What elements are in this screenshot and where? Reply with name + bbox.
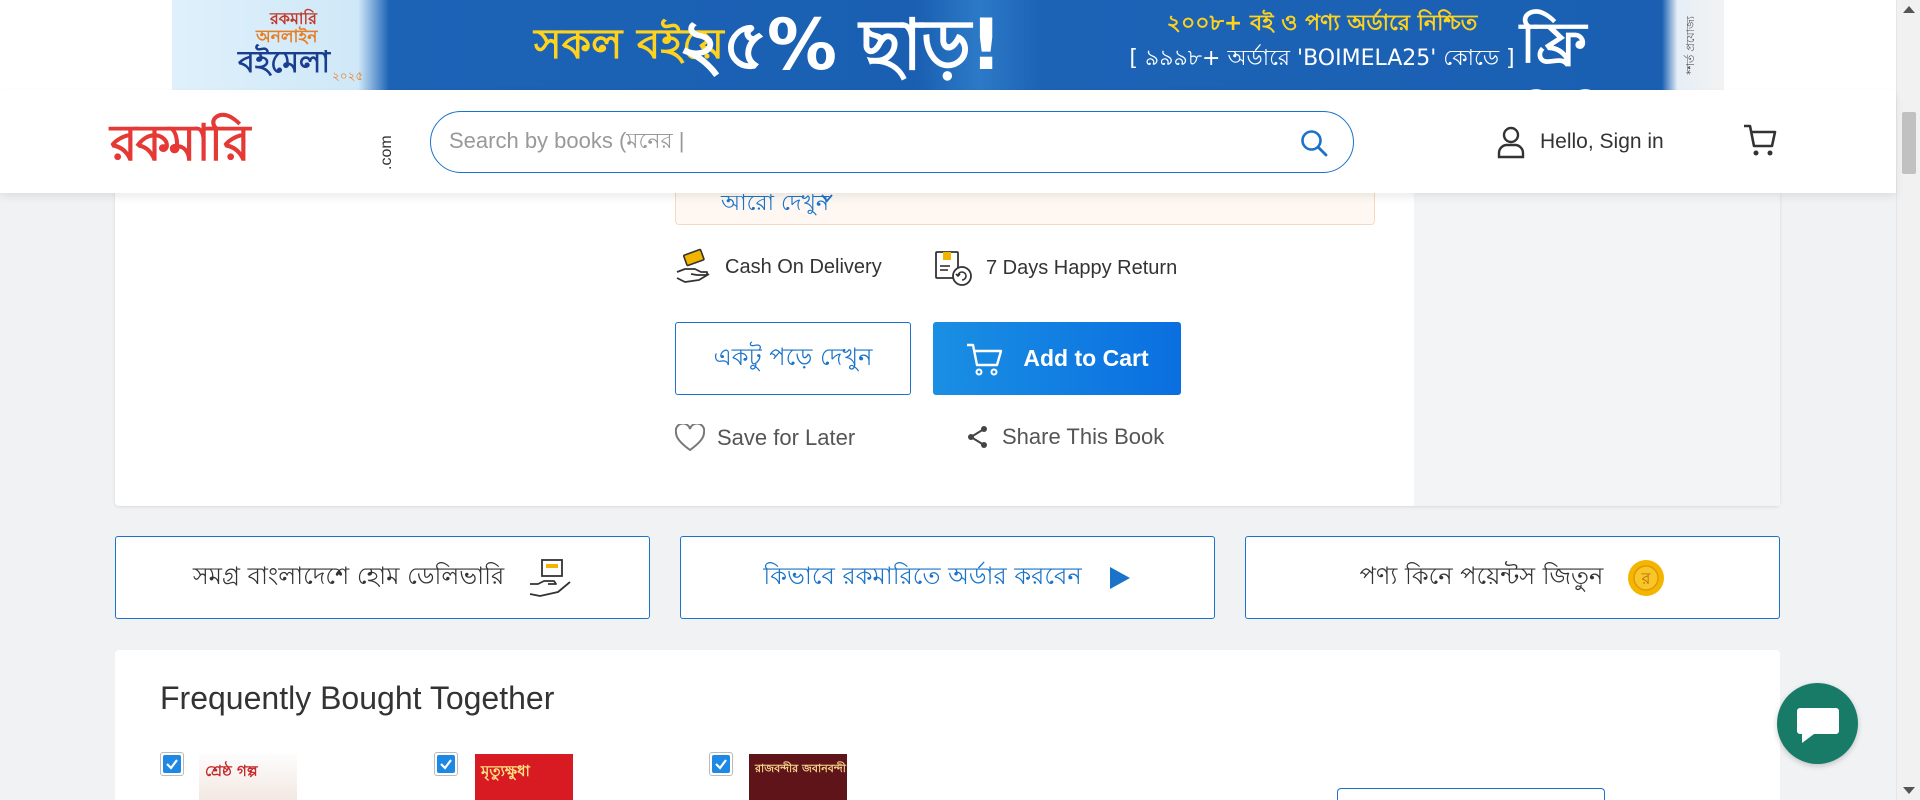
cart-icon[interactable] xyxy=(1742,122,1778,158)
search-bar xyxy=(430,111,1354,173)
cash-on-delivery-icon xyxy=(676,248,710,283)
book-cover-title: মৃত্যুক্ষুধা xyxy=(481,762,530,780)
user-icon xyxy=(1497,126,1525,159)
banner-brand-title: বইমেলা xyxy=(238,45,331,80)
logo-text: রকমারি xyxy=(110,114,251,172)
feature-label: Cash On Delivery xyxy=(725,255,882,278)
return-box-icon xyxy=(935,251,972,286)
book-checkbox[interactable] xyxy=(709,752,733,776)
logo-suffix: .com xyxy=(378,135,395,170)
info-label: পণ্য কিনে পয়েন্টস জিতুন xyxy=(1359,561,1604,590)
page-scrollbar[interactable] xyxy=(1896,0,1920,800)
add-to-cart-button[interactable]: Add to Cart xyxy=(933,322,1181,395)
book-cover-title: রাজবন্দীর জবানবন্দী xyxy=(755,762,846,775)
coin-letter: র xyxy=(1641,569,1652,588)
delivery-box-icon xyxy=(529,558,571,597)
book-cover[interactable]: শ্রেষ্ঠ গল্প xyxy=(199,754,297,800)
save-for-later-button[interactable]: Save for Later xyxy=(675,424,855,452)
earn-points-box[interactable]: পণ্য কিনে পয়েন্টস জিতুন র xyxy=(1245,536,1780,619)
heart-icon xyxy=(675,424,705,452)
banner-terms: *শর্ত প্রযোজ্য xyxy=(1683,16,1697,75)
home-delivery-box[interactable]: সমগ্র বাংলাদেশে হোম ডেলিভারি xyxy=(115,536,650,619)
scrollbar-thumb[interactable] xyxy=(1902,112,1916,174)
save-label: Save for Later xyxy=(717,425,856,450)
scroll-up-arrow[interactable] xyxy=(1903,6,1915,13)
book-cover[interactable]: মৃত্যুক্ষুধা xyxy=(475,754,573,800)
share-book-button[interactable]: Share This Book xyxy=(966,424,1164,450)
logo-wordmark: রকমারি xyxy=(110,114,251,172)
search-input[interactable] xyxy=(449,112,1269,170)
promo-banner-area: রকমারি অনলাইন বইমেলা ২০২৫ সকল বইয়ে ২৫% … xyxy=(0,0,1896,90)
add-to-cart-label: Add to Cart xyxy=(1023,345,1149,371)
checkmark-icon xyxy=(163,755,181,773)
chevron-down-icon[interactable] xyxy=(820,191,834,205)
promo-banner[interactable]: রকমারি অনলাইন বইমেলা ২০২৫ সকল বইয়ে ২৫% … xyxy=(172,0,1724,90)
banner-brand-year: ২০২৫ xyxy=(332,69,364,83)
cart-icon xyxy=(967,343,1003,375)
info-label: সমগ্র বাংলাদেশে হোম ডেলিভারি xyxy=(192,561,505,590)
read-sample-button[interactable]: একটু পড়ে দেখুন xyxy=(675,322,911,395)
book-cover-title: শ্রেষ্ঠ গল্প xyxy=(205,762,258,780)
account-label: Hello, Sign in xyxy=(1540,130,1664,153)
feature-happy-return: 7 Days Happy Return xyxy=(934,248,1177,288)
share-icon xyxy=(968,426,987,448)
banner-offer-line1: ২০০৮+ বই ও পণ্য অর্ডারে নিশ্চিত xyxy=(1166,11,1478,36)
product-details-card: আরো দেখুন Cash On Delivery 7 Days Happy … xyxy=(115,160,1780,506)
share-label: Share This Book xyxy=(1002,424,1165,449)
scroll-down-arrow[interactable] xyxy=(1903,787,1915,794)
play-icon xyxy=(1109,566,1130,589)
info-label: কিভাবে রকমারিতে অর্ডার করবেন xyxy=(763,561,1082,590)
account-sign-in[interactable]: Hello, Sign in xyxy=(1496,124,1664,160)
feature-label: 7 Days Happy Return xyxy=(986,256,1178,279)
product-side-panel xyxy=(1414,160,1780,506)
section-title: Frequently Bought Together xyxy=(160,680,555,716)
bundle-total-box xyxy=(1337,788,1605,800)
feature-cash-on-delivery: Cash On Delivery xyxy=(675,248,882,286)
frequently-bought-section: Frequently Bought Together শ্রেষ্ঠ গল্প … xyxy=(115,650,1780,800)
book-checkbox[interactable] xyxy=(160,752,184,776)
site-header: রকমারি .com Hello, Sign in xyxy=(0,90,1896,193)
site-logo[interactable]: রকমারি .com xyxy=(110,114,395,172)
coin-icon: র xyxy=(1628,559,1665,596)
checkmark-icon xyxy=(712,755,730,773)
book-checkbox[interactable] xyxy=(434,752,458,776)
banner-offer-line2: [ ৯৯৯৮+ অর্ডারে 'BOIMELA25' কোডে ] xyxy=(1129,46,1515,71)
book-cover[interactable]: রাজবন্দীর জবানবন্দী xyxy=(749,754,847,800)
checkmark-icon xyxy=(437,755,455,773)
banner-headline-discount: ২৫% ছাড়! xyxy=(678,4,1002,86)
chat-icon xyxy=(1796,707,1839,743)
live-chat-button[interactable] xyxy=(1777,683,1858,764)
how-to-order-box[interactable]: কিভাবে রকমারিতে অর্ডার করবেন xyxy=(680,536,1215,619)
search-icon[interactable] xyxy=(1299,128,1329,158)
